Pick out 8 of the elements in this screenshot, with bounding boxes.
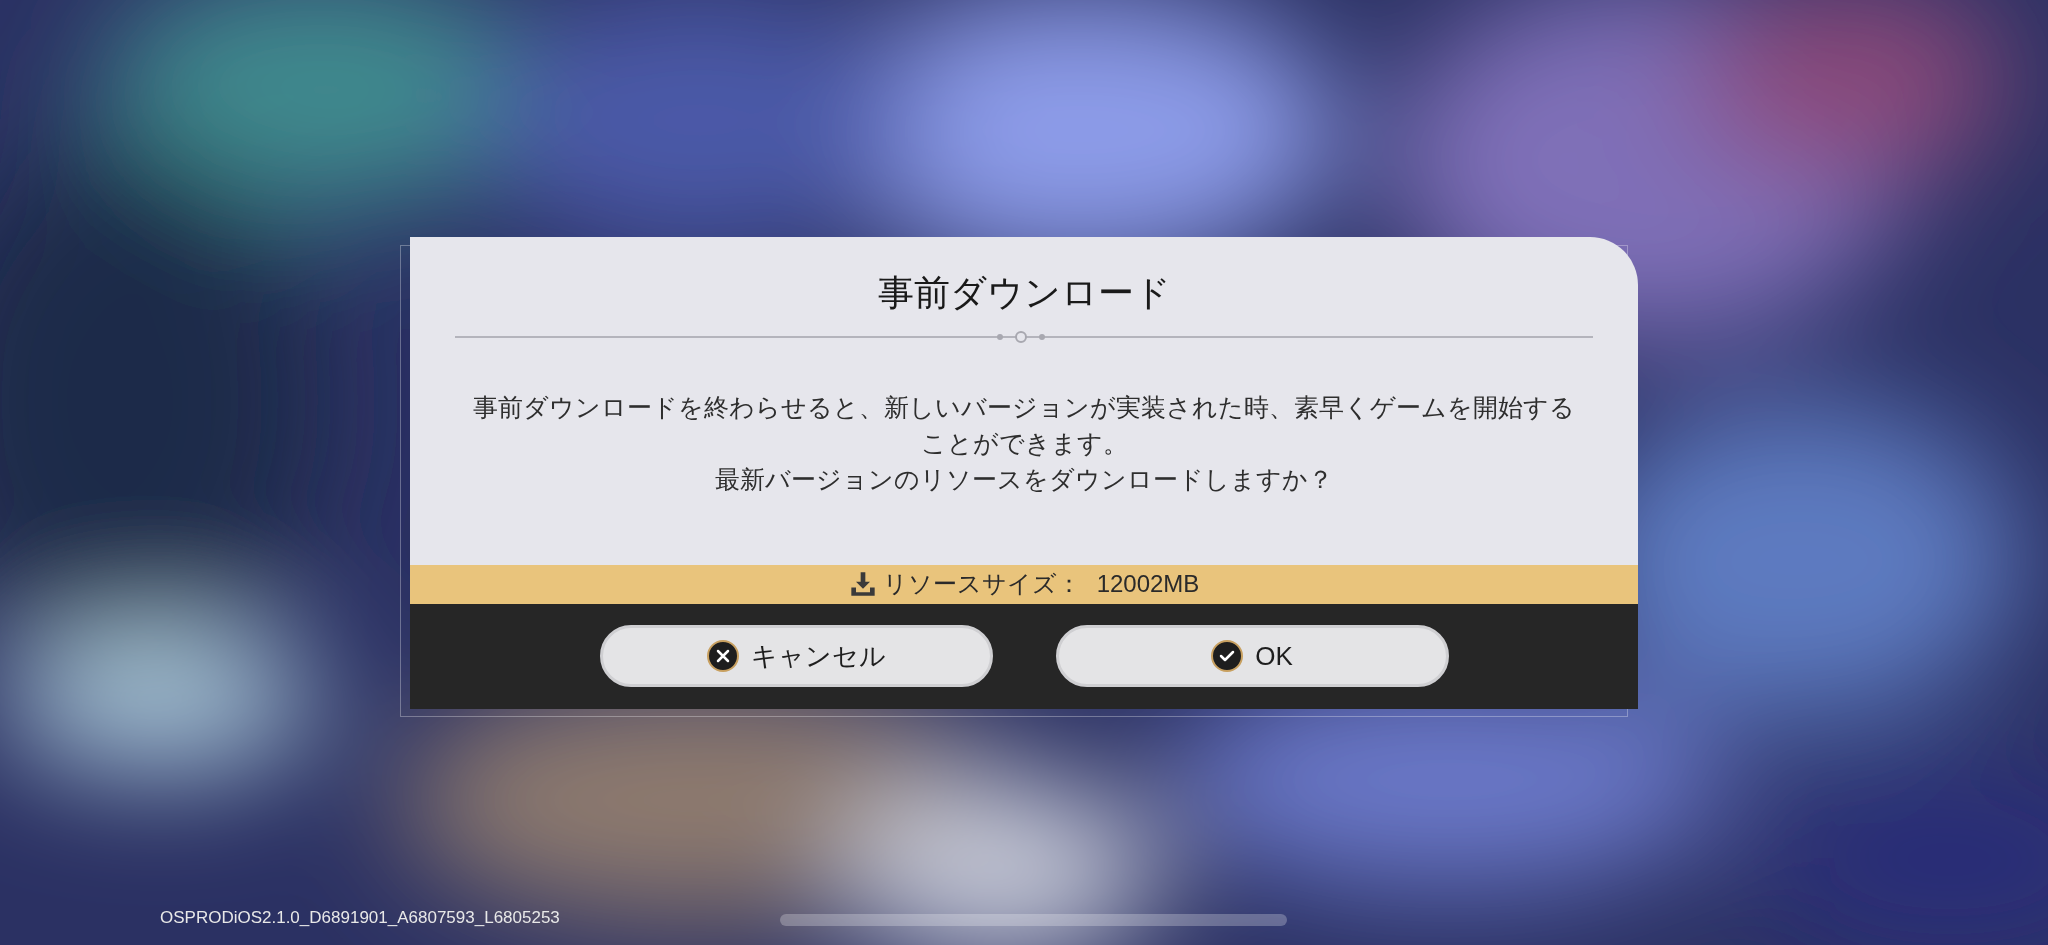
ok-button[interactable]: OK — [1055, 625, 1449, 687]
message-text: 事前ダウンロードを終わらせると、新しいバージョンが実装された時、素早くゲームを開始することができます。 — [472, 391, 1576, 459]
cancel-button[interactable]: キャンセル — [599, 625, 993, 687]
message-text: 最新バージョンのリソースをダウンロードしますか？ — [715, 463, 1333, 495]
resource-size-value: 12002MB — [1096, 569, 1200, 599]
resource-size-label: リソースサイズ： — [882, 569, 1081, 599]
build-info: OSPRODiOS2.1.0_D6891901_A6807593_L6805253 — [160, 907, 560, 929]
dialog-title: 事前ダウンロード — [877, 270, 1171, 315]
